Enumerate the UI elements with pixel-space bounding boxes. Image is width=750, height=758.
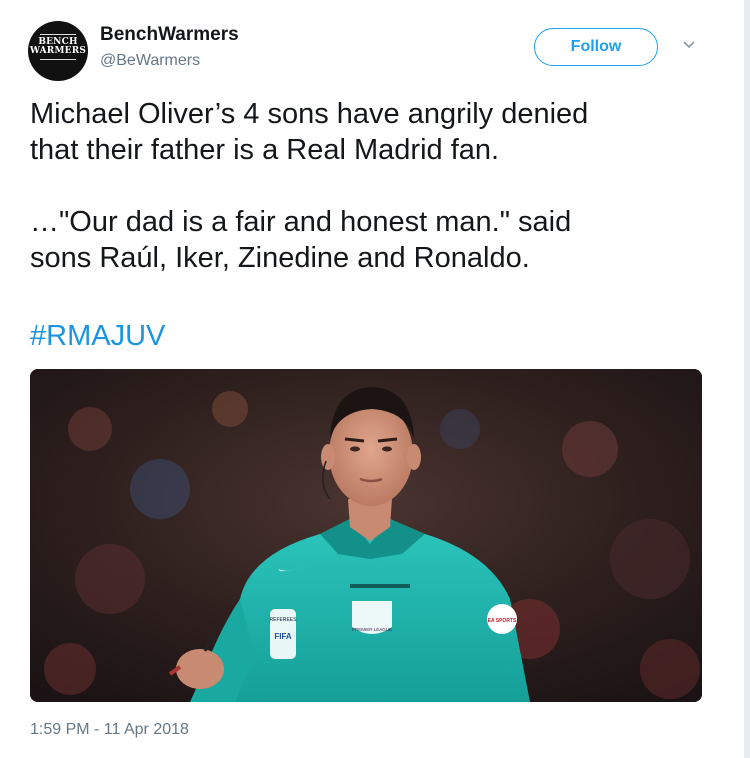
display-name[interactable]: BenchWarmers [100,24,239,46]
sleeve-badge: EA SPORTS [488,618,517,624]
window-edge-divider [744,0,750,758]
hashtag-link[interactable]: #RMAJUV [30,318,165,354]
chevron-down-icon[interactable] [682,40,696,50]
tweet-photo[interactable]: REFEREES FIFA PREMIER LEAGUE EA SPORTS [30,369,702,702]
follow-button[interactable]: Follow [534,28,658,66]
shirt-badge-referees: REFEREES [270,617,298,623]
tweet-text-line: sons Raúl, Iker, Zinedine and Ronaldo. [30,242,530,274]
shirt-badge-fifa: FIFA [274,632,292,641]
avatar-logo-rule-top [40,34,76,35]
tweet-text-line: that their father is a Real Madrid fan. [30,134,500,166]
tweet-text-line: Michael Oliver’s 4 sons have angrily den… [30,98,589,130]
avatar-logo-text: BENCH WARMERS [28,38,88,56]
tweet-timestamp[interactable]: 1:59 PM - 11 Apr 2018 [30,721,189,739]
avatar-logo-rule-bottom [40,59,76,60]
user-handle[interactable]: @BeWarmers [100,52,200,70]
avatar-logo-line2: WARMERS [29,46,87,56]
shirt-badge-premier-league: PREMIER LEAGUE [352,627,392,632]
avatar[interactable]: BENCH WARMERS [28,21,88,81]
tweet-text-line: …"Our dad is a fair and honest man." sai… [30,206,572,238]
tweet-text: Michael Oliver’s 4 sons have angrily den… [30,96,710,276]
referee-photo: REFEREES FIFA PREMIER LEAGUE EA SPORTS [30,369,702,702]
tweet-card: BENCH WARMERS BenchWarmers @BeWarmers Fo… [0,0,750,758]
